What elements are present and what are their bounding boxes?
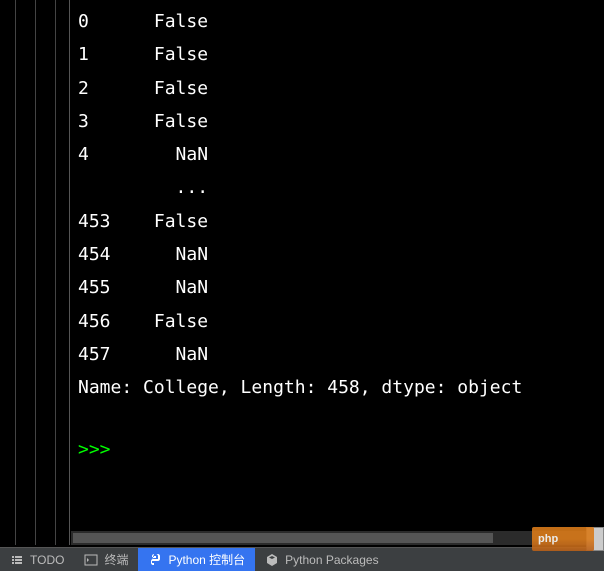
tab-label: Python Packages <box>285 553 378 567</box>
output-ellipsis: ... <box>78 171 596 204</box>
output-row: 457 NaN <box>78 338 596 371</box>
tool-window-bar: TODO 终端 Python 控制台 Python Packages <box>0 547 604 571</box>
output-summary: Name: College, Length: 458, dtype: objec… <box>78 371 596 404</box>
tab-label: 终端 <box>104 551 128 568</box>
terminal-icon <box>84 553 98 567</box>
tab-todo[interactable]: TODO <box>0 548 74 571</box>
output-row: 1 False <box>78 38 596 71</box>
python-prompt[interactable]: >>> <box>78 433 596 466</box>
output-row: 2 False <box>78 72 596 105</box>
packages-icon <box>265 553 279 567</box>
python-console-output[interactable]: 0 False 1 False 2 False 3 False 4 NaN ..… <box>70 0 604 545</box>
output-row: 455 NaN <box>78 271 596 304</box>
output-row: 454 NaN <box>78 238 596 271</box>
list-icon <box>10 553 24 567</box>
scrollbar-thumb[interactable] <box>73 533 493 543</box>
output-row: 0 False <box>78 5 596 38</box>
editor-gutter <box>0 0 70 545</box>
output-row: 456 False <box>78 305 596 338</box>
tab-label: Python 控制台 <box>168 551 245 568</box>
tab-label: TODO <box>30 553 64 567</box>
watermark-text: php <box>538 533 558 545</box>
gutter-line <box>55 0 56 545</box>
gutter-line <box>35 0 36 545</box>
tab-terminal[interactable]: 终端 <box>74 548 138 571</box>
gutter-line <box>15 0 16 545</box>
python-icon <box>148 553 162 567</box>
output-row: 4 NaN <box>78 138 596 171</box>
output-row: 453 False <box>78 205 596 238</box>
watermark-badge: php <box>532 527 594 551</box>
tab-python-packages[interactable]: Python Packages <box>255 548 388 571</box>
tab-python-console[interactable]: Python 控制台 <box>138 548 255 571</box>
horizontal-scrollbar[interactable] <box>71 531 604 545</box>
output-row: 3 False <box>78 105 596 138</box>
